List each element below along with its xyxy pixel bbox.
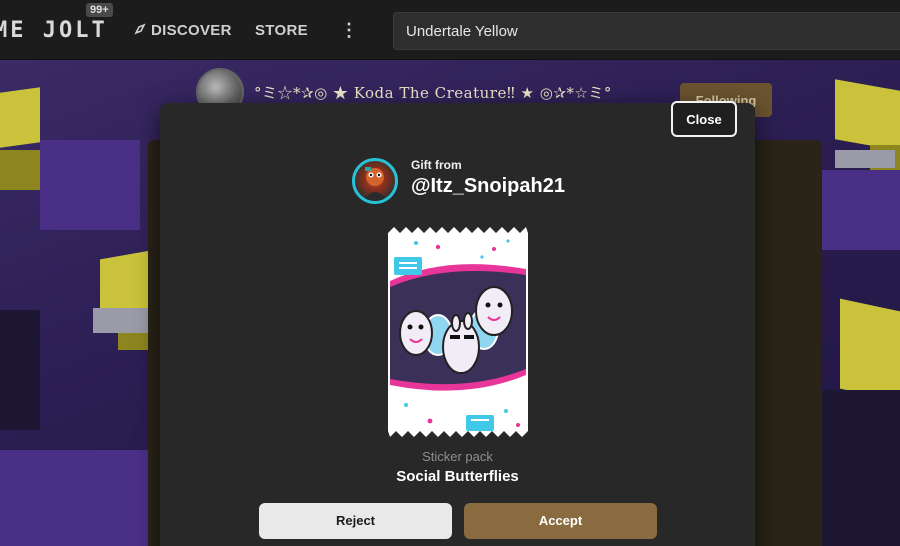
accept-button[interactable]: Accept: [464, 503, 657, 539]
compass-icon: [134, 22, 146, 39]
pack-type-label: Sticker pack: [422, 449, 493, 464]
sender-avatar[interactable]: [352, 158, 398, 204]
profile-display-name[interactable]: °ミ☆*✰◎ ★ Koda The Creature‼ ★ ◎✰*☆ミ°: [254, 82, 612, 103]
nav-store-link[interactable]: STORE: [255, 22, 308, 39]
pack-name-label: Social Butterflies: [396, 468, 519, 485]
sender-username[interactable]: @Itz_Snoipah21: [411, 175, 565, 198]
reject-button[interactable]: Reject: [259, 503, 452, 539]
site-logo[interactable]: ME JOLT: [0, 18, 108, 43]
nav-discover-link[interactable]: DISCOVER: [134, 22, 232, 39]
notification-count-badge[interactable]: 99+: [86, 3, 113, 17]
gift-modal: Close Gift from @Itz_Snoipah21 Sticker p…: [160, 101, 755, 546]
gift-from-label: Gift from: [411, 158, 462, 172]
sticker-pack-image: [386, 225, 530, 439]
sticker-pack-icon: [388, 227, 528, 437]
close-button[interactable]: Close: [671, 101, 737, 137]
character-icon: [363, 167, 387, 201]
search-input[interactable]: Undertale Yellow: [393, 12, 900, 50]
vertical-ellipsis-icon[interactable]: ⋮: [340, 20, 358, 41]
top-navigation-bar: ME JOLT 99+ DISCOVER STORE ⋮ Undertale Y…: [0, 0, 900, 60]
nav-discover-label: DISCOVER: [151, 22, 232, 39]
